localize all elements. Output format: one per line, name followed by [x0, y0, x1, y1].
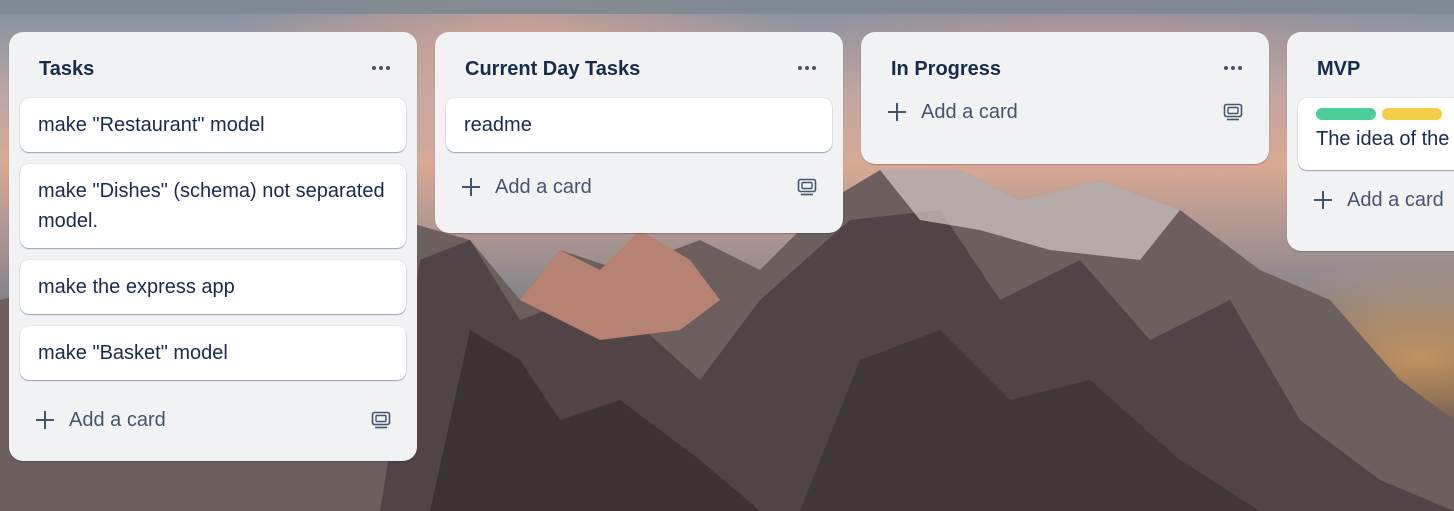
plus-icon — [1313, 190, 1333, 210]
list-header: Tasks — [9, 32, 417, 98]
add-card-row: Add a card — [861, 84, 1269, 140]
list-header: Current Day Tasks — [435, 32, 843, 98]
ellipsis-icon[interactable] — [797, 58, 817, 78]
card-title: make the express app — [38, 276, 235, 298]
card-template-icon[interactable] — [797, 178, 817, 196]
list-mvp: MVP The idea of the Add a card — [1287, 32, 1454, 251]
add-card-label: Add a card — [1347, 188, 1444, 211]
card-title: readme — [464, 114, 532, 136]
add-card-button[interactable]: Add a card — [887, 97, 1018, 127]
card-labels — [1316, 108, 1454, 120]
add-card-row: Add a card — [435, 159, 843, 215]
yellow-label[interactable] — [1382, 108, 1442, 120]
card[interactable]: make "Basket" model — [20, 326, 406, 380]
card-title: make "Basket" model — [38, 342, 228, 364]
ellipsis-icon[interactable] — [371, 58, 391, 78]
plus-icon — [887, 102, 907, 122]
list-tasks: Tasks make "Restaurant" model make "Dish… — [9, 32, 417, 461]
card-list: readme — [435, 98, 843, 152]
card-title: The idea of the — [1316, 128, 1450, 150]
card-title: make "Restaurant" model — [38, 114, 265, 136]
plus-icon — [461, 177, 481, 197]
add-card-button[interactable]: Add a card — [461, 172, 592, 202]
add-card-button[interactable]: Add a card — [35, 405, 166, 435]
card-title: make "Dishes" (schema) not separated mod… — [38, 180, 385, 232]
list-title[interactable]: Tasks — [39, 58, 94, 81]
card-list: The idea of the — [1287, 98, 1454, 170]
ellipsis-icon[interactable] — [1223, 58, 1243, 78]
card[interactable]: make "Dishes" (schema) not separated mod… — [20, 164, 406, 248]
add-card-row: Add a card — [1287, 172, 1454, 228]
board: Tasks make "Restaurant" model make "Dish… — [0, 0, 1454, 511]
list-title[interactable]: In Progress — [891, 58, 1001, 81]
card[interactable]: make the express app — [20, 260, 406, 314]
list-title[interactable]: Current Day Tasks — [465, 58, 640, 81]
plus-icon — [35, 410, 55, 430]
list-in-progress: In Progress Add a card — [861, 32, 1269, 164]
add-card-label: Add a card — [921, 100, 1018, 123]
card-list: make "Restaurant" model make "Dishes" (s… — [9, 98, 417, 380]
add-card-label: Add a card — [495, 175, 592, 198]
card-template-icon[interactable] — [371, 411, 391, 429]
add-card-button[interactable]: Add a card — [1313, 185, 1444, 215]
add-card-row: Add a card — [9, 392, 417, 448]
card[interactable]: readme — [446, 98, 832, 152]
list-title[interactable]: MVP — [1317, 58, 1360, 81]
list-header: MVP — [1287, 32, 1454, 98]
green-label[interactable] — [1316, 108, 1376, 120]
card-template-icon[interactable] — [1223, 103, 1243, 121]
card[interactable]: make "Restaurant" model — [20, 98, 406, 152]
card[interactable]: The idea of the — [1298, 98, 1454, 170]
list-current-day-tasks: Current Day Tasks readme Add a card — [435, 32, 843, 233]
add-card-label: Add a card — [69, 408, 166, 431]
